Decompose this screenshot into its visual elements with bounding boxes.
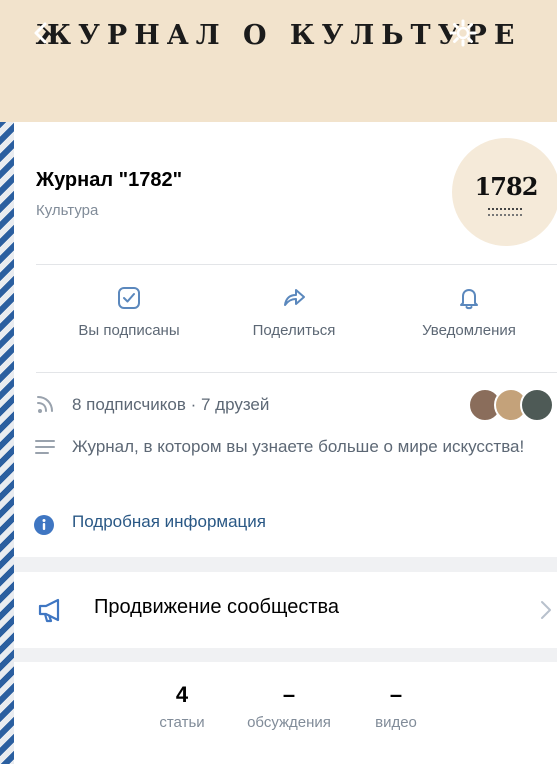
details-link-label: Подробная информация [72, 512, 266, 531]
share-button[interactable]: Поделиться [209, 284, 379, 339]
community-card: Журнал "1782" Культура 1782 Вы подписаны… [14, 122, 557, 557]
promotion-label: Продвижение сообщества [94, 596, 340, 618]
divider [36, 372, 557, 373]
details-link[interactable]: Подробная информация [32, 512, 266, 538]
friend-avatar [520, 388, 554, 422]
stat-articles-value: 4 [175, 682, 189, 707]
share-label: Поделиться [252, 322, 336, 339]
notifications-button[interactable]: Уведомления [384, 284, 554, 339]
text-lines-icon [35, 440, 55, 454]
stat-articles[interactable]: 4 статьи [152, 682, 212, 731]
stat-videos-label: видео [375, 714, 417, 731]
avatar-logo-text: 1782 [474, 172, 539, 201]
avatar-decoration [488, 208, 522, 216]
stat-discussions-value: – [282, 682, 296, 707]
info-icon [34, 515, 54, 535]
cover-banner: ЖУРНАЛ О КУЛЬТУРЕ [0, 0, 557, 122]
stat-videos-value: – [389, 682, 403, 707]
community-name: Журнал "1782" [36, 169, 183, 191]
megaphone-icon [38, 598, 60, 623]
community-category: Культура [36, 202, 99, 219]
share-arrow-icon [284, 289, 305, 306]
stat-videos[interactable]: – видео [364, 682, 428, 731]
friends-avatars[interactable] [468, 388, 554, 424]
divider [36, 264, 557, 265]
bell-icon [460, 289, 478, 310]
stat-articles-label: статьи [159, 714, 205, 731]
stat-discussions-label: обсуждения [247, 714, 331, 731]
chevron-left-icon[interactable] [26, 18, 56, 48]
subscribed-label: Вы подписаны [78, 322, 180, 339]
rss-icon [37, 396, 53, 413]
stats-card: 4 статьи – обсуждения – видео [14, 662, 557, 764]
followers-row[interactable]: 8 подписчиков · 7 друзей [32, 392, 269, 418]
subscribed-button[interactable]: Вы подписаны [44, 284, 214, 339]
promotion-row[interactable]: Продвижение сообщества [14, 572, 557, 648]
notifications-label: Уведомления [422, 322, 516, 339]
stat-discussions[interactable]: – обсуждения [234, 682, 344, 731]
chevron-right-icon [541, 601, 551, 619]
description-row: Журнал, в котором вы узнаете больше о ми… [32, 434, 532, 460]
gear-icon[interactable] [448, 18, 478, 48]
avatar[interactable]: 1782 [452, 138, 557, 246]
check-square-icon [118, 287, 140, 309]
decorative-stripe-border [0, 120, 14, 764]
community-description: Журнал, в котором вы узнаете больше о ми… [72, 437, 525, 456]
followers-text: 8 подписчиков · 7 друзей [72, 395, 270, 414]
